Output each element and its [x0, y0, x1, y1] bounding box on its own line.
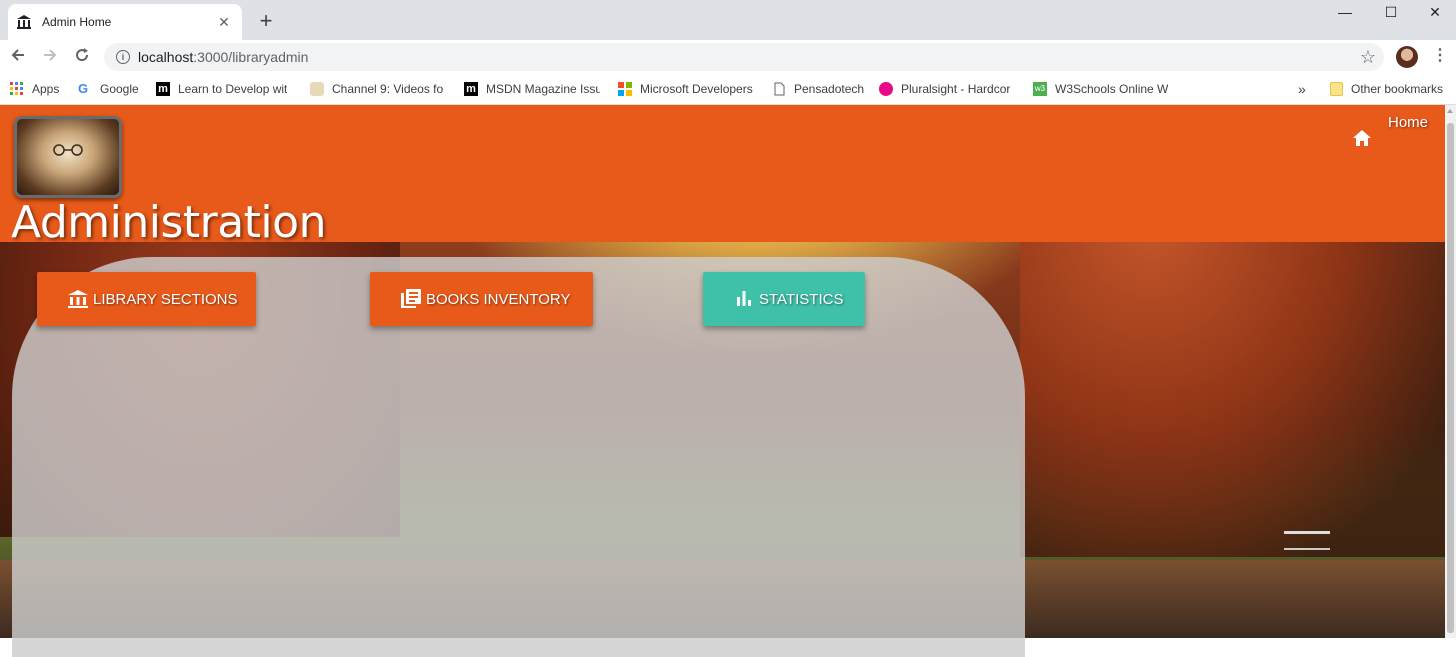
- bookmark-msdn-magazine[interactable]: m MSDN Magazine Issu: [464, 80, 600, 98]
- m-logo-icon: m: [156, 82, 170, 96]
- url-text[interactable]: localhost:3000/libraryadmin: [138, 49, 308, 65]
- maximize-button[interactable]: ☐: [1368, 0, 1414, 26]
- apps-grid-icon: [10, 82, 24, 96]
- bookmark-channel9[interactable]: Channel 9: Videos fo: [310, 80, 446, 98]
- microsoft-icon: [618, 82, 632, 96]
- browser-toolbar: i localhost:3000/libraryadmin ☆ ⋮: [0, 40, 1456, 74]
- bookmark-apps[interactable]: Apps: [10, 80, 59, 98]
- library-sections-label: LIBRARY SECTIONS: [93, 290, 238, 308]
- park-bench: [1284, 531, 1330, 550]
- bookmarks-overflow-button[interactable]: »: [1298, 80, 1306, 98]
- channel9-icon: [310, 82, 324, 96]
- browser-menu-icon[interactable]: ⋮: [1432, 45, 1448, 65]
- reload-button[interactable]: [69, 44, 95, 70]
- books-list-icon: [401, 289, 421, 308]
- forward-arrow-icon: [44, 49, 57, 61]
- site-info-icon[interactable]: i: [116, 50, 130, 64]
- books-inventory-label: BOOKS INVENTORY: [426, 290, 571, 308]
- reload-icon: [76, 48, 89, 62]
- home-link[interactable]: Home: [1388, 114, 1428, 131]
- bookmark-google[interactable]: G Google: [78, 80, 139, 98]
- library-favicon-icon: [16, 14, 32, 30]
- library-icon: [68, 290, 88, 308]
- back-arrow-icon: [11, 49, 24, 61]
- w3schools-icon: w3: [1033, 82, 1047, 96]
- browser-tab[interactable]: Admin Home ✕: [8, 4, 242, 40]
- app-header: Administration Home: [0, 105, 1445, 248]
- books-inventory-button[interactable]: BOOKS INVENTORY: [370, 272, 593, 326]
- bookmark-w3schools[interactable]: w3 W3Schools Online W: [1033, 80, 1169, 98]
- home-icon[interactable]: [1352, 129, 1372, 147]
- forward-button[interactable]: [37, 44, 63, 70]
- folder-icon: [1330, 82, 1343, 96]
- minimize-button[interactable]: —: [1322, 0, 1368, 26]
- address-bar[interactable]: i localhost:3000/libraryadmin ☆: [104, 43, 1384, 71]
- page-title: Administration: [11, 197, 326, 248]
- scroll-up-icon[interactable]: [1447, 109, 1453, 113]
- glasses-icon: [53, 144, 83, 156]
- statistics-button[interactable]: STATISTICS: [703, 272, 865, 326]
- statistics-label: STATISTICS: [759, 290, 844, 308]
- bar-chart-icon: [737, 291, 751, 306]
- bookmark-pensadotech[interactable]: Pensadotech: [772, 80, 864, 98]
- bookmark-microsoft-developers[interactable]: Microsoft Developers: [618, 80, 753, 98]
- new-tab-button[interactable]: +: [254, 9, 278, 33]
- bookmark-learn-to-develop[interactable]: m Learn to Develop wit: [156, 80, 293, 98]
- bookmark-star-icon[interactable]: ☆: [1360, 47, 1376, 68]
- profile-avatar[interactable]: [1396, 46, 1418, 68]
- close-window-button[interactable]: ✕: [1414, 0, 1456, 26]
- bookmarks-bar: Apps G Google m Learn to Develop wit Cha…: [0, 74, 1456, 105]
- page-icon: [772, 82, 786, 96]
- other-bookmarks[interactable]: Other bookmarks: [1330, 80, 1443, 98]
- tab-title: Admin Home: [42, 15, 112, 29]
- page-scrollbar[interactable]: [1445, 105, 1456, 638]
- back-button[interactable]: [5, 44, 31, 70]
- m-logo-icon: m: [464, 82, 478, 96]
- tab-close-icon[interactable]: ✕: [214, 12, 234, 32]
- bookmark-pluralsight[interactable]: Pluralsight - Hardcor: [879, 80, 1016, 98]
- google-icon: G: [78, 81, 89, 96]
- book-logo: [14, 116, 122, 198]
- pluralsight-icon: [879, 82, 893, 96]
- scroll-thumb[interactable]: [1447, 123, 1454, 633]
- browser-tabbar: Admin Home ✕ + — ☐ ✕: [0, 0, 1456, 40]
- library-sections-button[interactable]: LIBRARY SECTIONS: [37, 272, 256, 326]
